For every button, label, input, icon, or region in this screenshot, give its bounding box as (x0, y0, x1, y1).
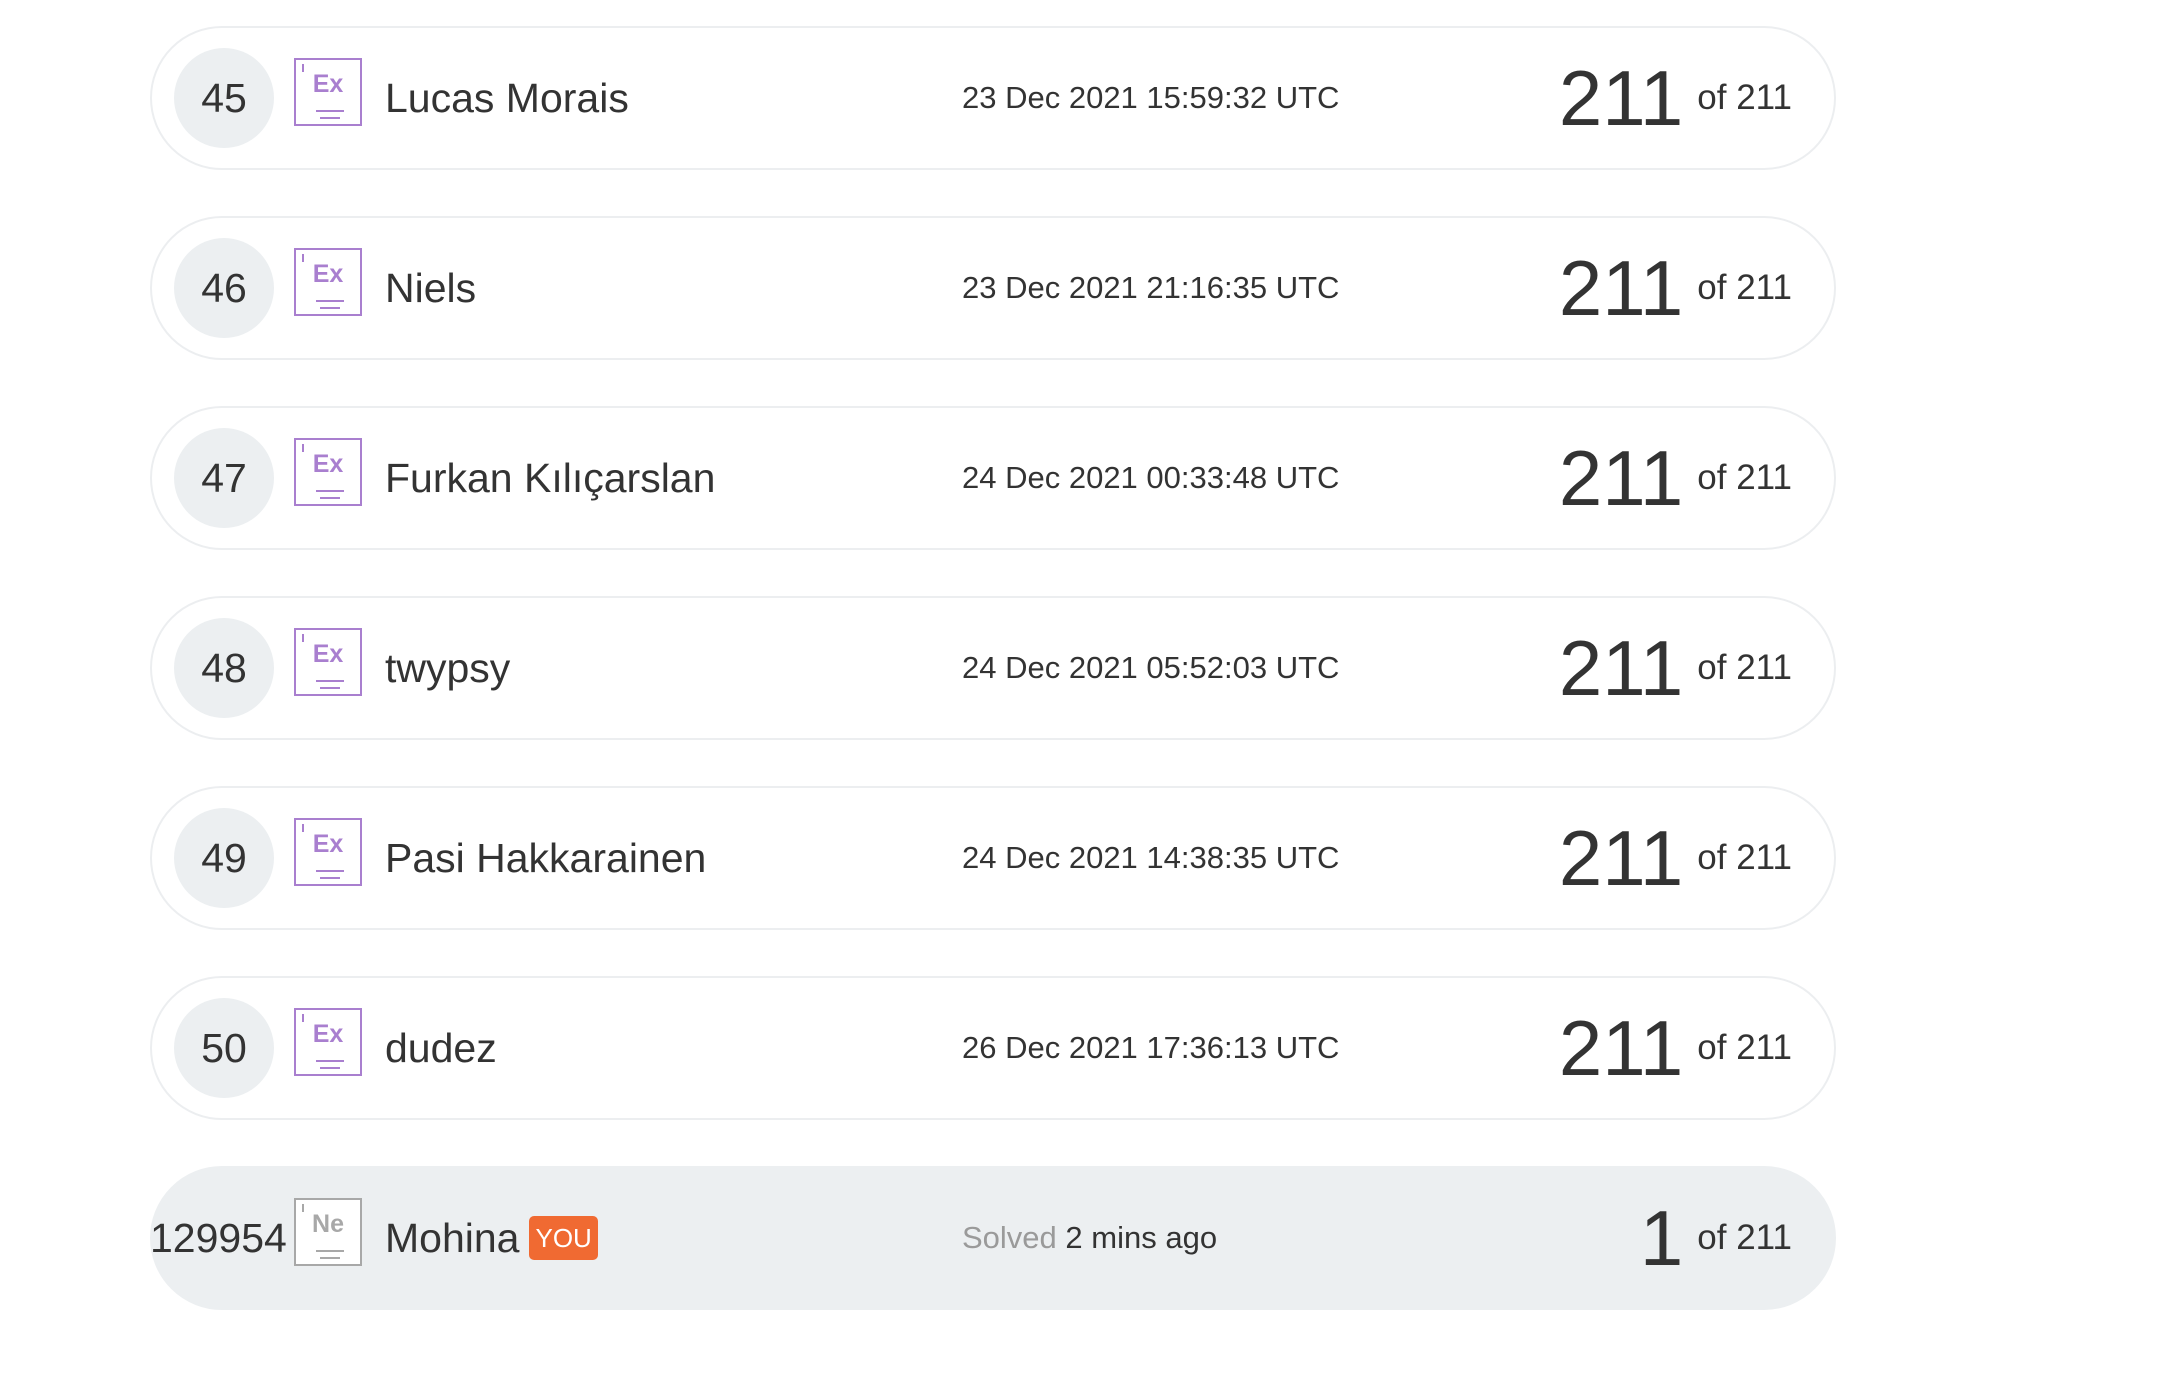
score-total: of 211 (1697, 1028, 1792, 1067)
current-user-row[interactable]: 129954 Ne Mohina YOU Solved 2 mins ago 1o… (150, 1166, 1836, 1310)
current-user-name: Mohina (385, 1215, 520, 1261)
score: 211 of 211 (1559, 788, 1792, 928)
completion-date: 24 Dec 2021 14:38:35 UTC (962, 840, 1340, 875)
rank-badge: 46 (174, 238, 274, 338)
solved-status: Solved 2 mins ago (962, 1168, 1217, 1308)
score-value: 211 (1558, 624, 1684, 712)
leaderboard-row[interactable]: 47 Ex Furkan Kılıçarslan 24 Dec 2021 00:… (150, 406, 1836, 550)
completion-date: 24 Dec 2021 05:52:03 UTC (962, 650, 1340, 685)
leaderboard-row[interactable]: 45 Ex Lucas Morais 23 Dec 2021 15:59:32 … (150, 26, 1836, 170)
user-name[interactable]: Pasi Hakkarainen (385, 788, 706, 928)
completion-date: 26 Dec 2021 17:36:13 UTC (962, 1030, 1340, 1065)
completion-date: 24 Dec 2021 00:33:48 UTC (962, 460, 1340, 495)
score-value: 211 (1558, 244, 1684, 332)
score: 211 of 211 (1559, 28, 1792, 168)
level-element-icon: Ex (294, 58, 362, 126)
rank-badge: 129954 (150, 1215, 287, 1261)
score-total: of 211 (1697, 838, 1792, 877)
leaderboard-list: 45 Ex Lucas Morais 23 Dec 2021 15:59:32 … (150, 26, 1836, 1356)
leaderboard-row[interactable]: 48 Ex twypsy 24 Dec 2021 05:52:03 UTC 21… (150, 596, 1836, 740)
rank-badge: 49 (174, 808, 274, 908)
score-total: of 211 (1697, 78, 1792, 117)
score: 211 of 211 (1559, 978, 1792, 1118)
rank-badge: 47 (174, 428, 274, 528)
score-total: of 211 (1697, 458, 1792, 497)
score-value: 1 (1639, 1194, 1684, 1282)
score-value: 211 (1558, 814, 1684, 902)
score-value: 211 (1558, 1004, 1684, 1092)
leaderboard-row[interactable]: 50 Ex dudez 26 Dec 2021 17:36:13 UTC 211… (150, 976, 1836, 1120)
rank-badge: 50 (174, 998, 274, 1098)
level-element-icon: Ex (294, 1008, 362, 1076)
score: 211 of 211 (1559, 598, 1792, 738)
level-element-icon: Ex (294, 818, 362, 886)
level-element-icon: Ex (294, 438, 362, 506)
level-element-icon: Ex (294, 628, 362, 696)
score: 211 of 211 (1559, 408, 1792, 548)
user-name[interactable]: dudez (385, 978, 497, 1118)
solved-time: 2 mins ago (1065, 1220, 1218, 1255)
user-name[interactable]: Lucas Morais (385, 28, 629, 168)
leaderboard-row[interactable]: 46 Ex Niels 23 Dec 2021 21:16:35 UTC 211… (150, 216, 1836, 360)
completion-date: 23 Dec 2021 21:16:35 UTC (962, 270, 1340, 305)
level-element-icon: Ne (294, 1198, 362, 1266)
level-element-icon: Ex (294, 248, 362, 316)
leaderboard-row[interactable]: 49 Ex Pasi Hakkarainen 24 Dec 2021 14:38… (150, 786, 1836, 930)
score-total: of 211 (1697, 648, 1792, 687)
user-name[interactable]: Mohina YOU (385, 1168, 598, 1308)
score: 211 of 211 (1559, 218, 1792, 358)
rank-badge: 48 (174, 618, 274, 718)
score: 1 of 211 (1640, 1168, 1792, 1308)
score-total: of 211 (1697, 1218, 1792, 1257)
score-value: 211 (1558, 54, 1684, 142)
user-name[interactable]: Furkan Kılıçarslan (385, 408, 715, 548)
completion-date: 23 Dec 2021 15:59:32 UTC (962, 80, 1340, 115)
rank-badge: 45 (174, 48, 274, 148)
user-name[interactable]: twypsy (385, 598, 510, 738)
solved-label: Solved (962, 1220, 1057, 1255)
user-name[interactable]: Niels (385, 218, 476, 358)
score-value: 211 (1558, 434, 1684, 522)
you-badge: YOU (529, 1216, 598, 1261)
score-total: of 211 (1697, 268, 1792, 307)
